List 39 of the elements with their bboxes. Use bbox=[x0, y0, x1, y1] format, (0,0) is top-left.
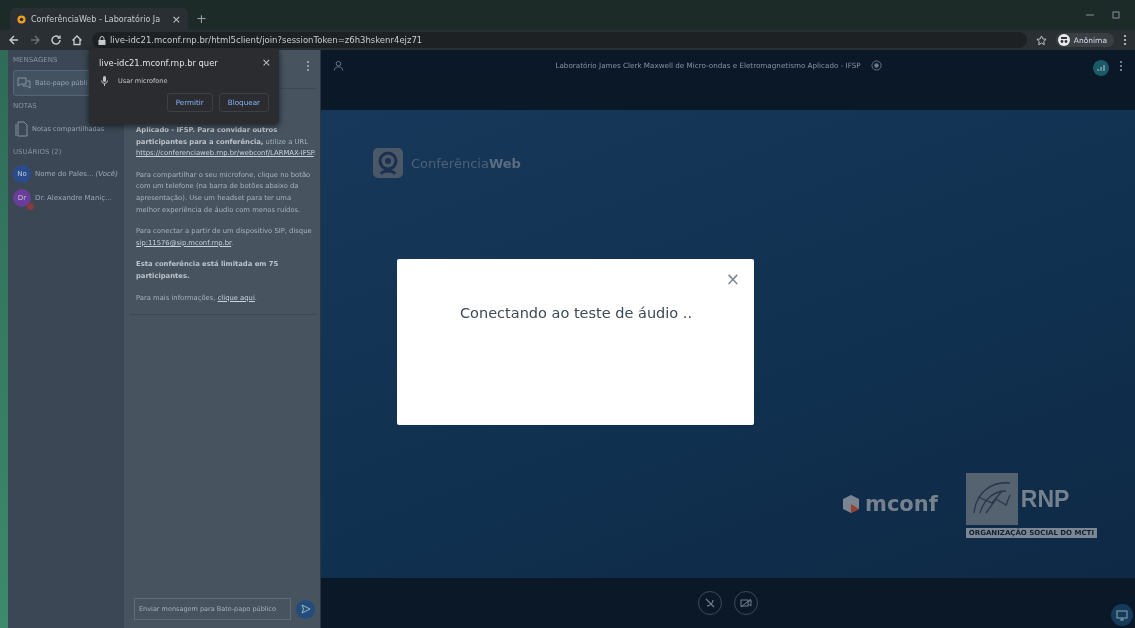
webcam-logo-icon bbox=[373, 148, 403, 178]
logo-text: ConferênciaWeb bbox=[411, 155, 521, 171]
more-icon[interactable] bbox=[306, 60, 310, 72]
mconf-logo-text: mconf bbox=[865, 492, 938, 516]
document-icon bbox=[15, 121, 29, 137]
incognito-icon bbox=[1057, 34, 1070, 46]
reload-icon[interactable] bbox=[50, 34, 62, 46]
user-icon[interactable] bbox=[333, 60, 344, 71]
send-button[interactable] bbox=[296, 599, 315, 619]
back-icon[interactable] bbox=[8, 34, 20, 46]
screen-share-button[interactable] bbox=[1111, 604, 1133, 626]
chat-bubbles-icon bbox=[16, 76, 32, 90]
new-tab-button[interactable]: + bbox=[196, 11, 207, 30]
rnp-logo-text: RNP bbox=[1020, 485, 1070, 513]
star-icon[interactable] bbox=[1035, 34, 1047, 46]
menu-icon[interactable] bbox=[1123, 34, 1127, 46]
close-tab-button[interactable]: × bbox=[171, 12, 181, 26]
monitor-icon bbox=[1116, 609, 1128, 621]
camera-off-icon bbox=[740, 597, 752, 609]
network-globe-icon bbox=[965, 473, 1018, 525]
dialog-message: Conectando ao teste de áudio .. bbox=[460, 305, 692, 321]
favicon-icon bbox=[17, 14, 26, 24]
address-field[interactable]: live-idc21.mconf.rnp.br/html5client/join?sessionToken=z6h3hskenr4ejz71 bbox=[92, 32, 1027, 48]
close-button[interactable]: × bbox=[725, 269, 740, 289]
forward-icon[interactable] bbox=[29, 34, 41, 46]
browser-tab[interactable]: ConferênciaWeb - Laboratório Ja × bbox=[10, 8, 188, 30]
more-icon[interactable] bbox=[1119, 60, 1123, 72]
popup-title: live-idc21.mconf.rnp.br quer bbox=[99, 57, 218, 68]
microphone-icon bbox=[101, 76, 108, 86]
restore-icon[interactable] bbox=[1111, 10, 1121, 20]
tab-title: ConferênciaWeb - Laboratório Ja bbox=[31, 14, 162, 24]
close-button[interactable]: × bbox=[261, 56, 271, 69]
record-icon[interactable] bbox=[870, 60, 882, 71]
phone-off-icon bbox=[704, 597, 716, 609]
send-icon bbox=[300, 604, 311, 614]
signal-icon[interactable] bbox=[1093, 60, 1109, 76]
cube-icon bbox=[841, 494, 861, 514]
home-icon[interactable] bbox=[71, 34, 83, 46]
lock-icon bbox=[98, 35, 106, 45]
